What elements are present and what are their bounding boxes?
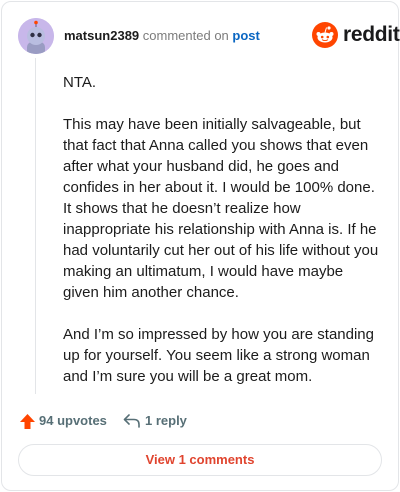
reply-count: 1 reply (145, 413, 187, 428)
username[interactable]: matsun2389 (64, 28, 139, 43)
reply-arrow-icon (123, 414, 140, 428)
thread-line (35, 58, 36, 394)
comment-body: NTA. This may have been initially salvag… (63, 72, 381, 408)
comment-paragraph: This may have been initially salvageable… (63, 116, 379, 301)
comment-card: matsun2389 commented on post reddit NTA.… (1, 1, 400, 491)
upvote-arrow-icon (20, 414, 35, 429)
reply-button[interactable]: 1 reply (123, 412, 193, 432)
reddit-logo[interactable]: reddit (312, 22, 400, 50)
comment-meta: matsun2389 commented on post (64, 27, 260, 45)
brand-wordmark: reddit (343, 23, 400, 46)
comment-paragraph: And I’m so impressed by how you are stan… (63, 326, 374, 385)
post-link[interactable]: post (232, 28, 259, 43)
view-comments-button[interactable]: View 1 comments (18, 444, 382, 476)
comment-actions: 94 upvotes 1 reply (19, 412, 379, 432)
action-text: commented on (142, 28, 229, 43)
upvote-count: 94 upvotes (39, 413, 107, 428)
user-avatar[interactable] (18, 18, 54, 54)
snoo-avatar-icon (18, 18, 54, 54)
reddit-logo-icon (312, 22, 338, 48)
comment-header: matsun2389 commented on post reddit (18, 18, 400, 54)
upvote-button[interactable]: 94 upvotes (19, 412, 109, 432)
comment-paragraph: NTA. (63, 74, 97, 91)
